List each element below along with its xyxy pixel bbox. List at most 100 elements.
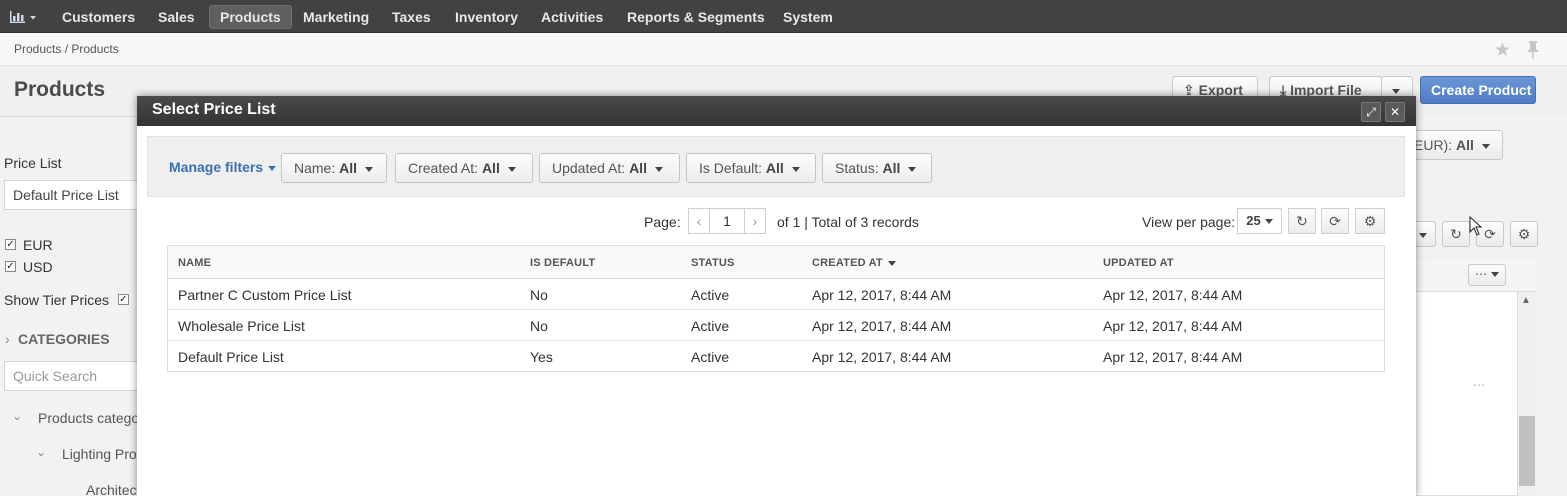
dashboard-chart-icon[interactable] [10,11,38,23]
gear-icon: ⚙ [1363,213,1377,229]
maximize-icon[interactable]: ⤢ [1361,102,1381,122]
tree-item-architectural[interactable]: Architect [86,482,140,496]
page-label: Page: [644,214,681,230]
column-header-is-default[interactable]: IS DEFAULT [530,257,595,269]
caret-down-icon [1264,219,1273,225]
nav-customers[interactable]: Customers [52,5,145,29]
refresh-icon: ⟳ [1329,213,1341,229]
nav-marketing[interactable]: Marketing [293,5,379,29]
usd-checkbox[interactable]: ✓ [5,261,16,272]
reset-button[interactable]: ↻ [1288,208,1316,234]
dialog-header: Select Price List ⤢ ✕ [137,96,1416,126]
price-list-label: Price List [4,155,62,171]
table-row[interactable]: Default Price List Yes Active Apr 12, 20… [168,341,1384,372]
cell-updated-at: Apr 12, 2017, 8:44 AM [1103,318,1243,334]
column-header-created-at[interactable]: CREATED AT [812,257,896,269]
cell-status: Active [691,287,730,303]
nav-inventory[interactable]: Inventory [445,5,528,29]
show-tier-prices-label: Show Tier Prices [4,292,110,308]
manage-filters-button[interactable]: Manage filters [169,159,277,175]
column-header-name[interactable]: NAME [178,257,211,269]
pin-icon[interactable] [1526,41,1540,59]
background-reset-button[interactable]: ↻ [1442,221,1470,247]
caret-down-icon [507,166,516,172]
filter-name-button[interactable]: Name: All [281,153,387,183]
nav-system[interactable]: System [773,5,843,29]
cell-is-default: Yes [530,349,553,365]
chevron-down-icon[interactable]: ⌄ [12,409,22,423]
sidebar-filter-panel: Price List Default Price List ✓ EUR ✓ US… [0,116,144,496]
filter-updated-at-button[interactable]: Updated At: All [539,153,680,183]
row-actions-ellipsis-icon[interactable]: ⋯ [1473,378,1485,392]
nav-products[interactable]: Products [209,5,292,29]
column-header-status[interactable]: STATUS [691,257,735,269]
chevron-down-icon[interactable]: ⌄ [36,445,46,459]
cell-is-default: No [530,287,548,303]
tree-item-lighting-products[interactable]: Lighting Proc [62,446,144,462]
caret-down-icon [791,166,800,172]
nav-reports-segments[interactable]: Reports & Segments [617,5,775,29]
caret-down-icon [908,166,917,172]
cell-is-default: No [530,318,548,334]
cell-created-at: Apr 12, 2017, 8:44 AM [812,349,952,365]
price-list-select[interactable]: Default Price List [4,180,144,210]
cell-updated-at: Apr 12, 2017, 8:44 AM [1103,287,1243,303]
categories-heading[interactable]: CATEGORIES [18,331,110,347]
create-product-button[interactable]: Create Product [1420,76,1536,104]
filter-is-default-button[interactable]: Is Default: All [686,153,816,183]
select-price-list-dialog: Select Price List ⤢ ✕ Manage filters Nam… [137,96,1416,496]
background-settings-button[interactable]: ⚙ [1510,221,1538,247]
nav-taxes[interactable]: Taxes [382,5,441,29]
cell-status: Active [691,349,730,365]
prev-page-button[interactable]: ‹ [688,208,710,234]
show-tier-prices-checkbox[interactable]: ✓ [118,294,129,305]
tree-item-products-categories[interactable]: Products categor [38,410,144,426]
nav-activities[interactable]: Activities [531,5,613,29]
view-per-page-label: View per page: [1142,214,1236,230]
next-page-button[interactable]: › [744,208,766,234]
filter-bar: Manage filters Name: All Created At: All… [147,136,1405,197]
breadcrumb-bar: Products / Products ★ [0,33,1567,66]
total-records-text: of 1 | Total of 3 records [777,214,919,230]
cell-status: Active [691,318,730,334]
page-number-input[interactable]: 1 [709,208,745,234]
cell-name: Partner C Custom Price List [178,287,352,303]
table-header: NAME IS DEFAULT STATUS CREATED AT UPDATE… [168,246,1384,279]
view-per-page-select[interactable]: 25 [1237,208,1282,234]
table-row[interactable]: Wholesale Price List No Active Apr 12, 2… [168,310,1384,341]
favorite-star-icon[interactable]: ★ [1494,39,1511,62]
page-title: Products [14,78,106,101]
caret-down-icon [1481,143,1490,149]
price-list-table: NAME IS DEFAULT STATUS CREATED AT UPDATE… [167,245,1385,372]
cell-name: Wholesale Price List [178,318,305,334]
main-navigation: Customers Sales Products Marketing Taxes… [0,0,1567,33]
chevron-right-icon[interactable]: › [5,331,10,347]
ellipsis-icon: ⋯ [1475,267,1487,281]
reset-icon: ↻ [1450,226,1462,242]
breadcrumb[interactable]: Products / Products [14,42,119,56]
cell-name: Default Price List [178,349,284,365]
nav-sales[interactable]: Sales [148,5,205,29]
scrollbar-thumb[interactable] [1519,416,1535,486]
dialog-title: Select Price List [152,101,276,118]
close-icon[interactable]: ✕ [1385,102,1405,122]
quick-search-input[interactable]: Quick Search [4,361,144,391]
refresh-button[interactable]: ⟳ [1321,208,1349,234]
grid-settings-button[interactable]: ⚙ [1355,208,1385,234]
eur-label: EUR [23,237,53,253]
usd-label: USD [23,259,53,275]
table-row[interactable]: Partner C Custom Price List No Active Ap… [168,279,1384,310]
scroll-up-icon[interactable]: ▲ [1521,295,1531,306]
grid-actions-button[interactable]: ⋯ [1468,264,1506,286]
refresh-icon: ⟳ [1484,226,1496,242]
cell-updated-at: Apr 12, 2017, 8:44 AM [1103,349,1243,365]
reset-icon: ↻ [1296,213,1308,229]
cell-created-at: Apr 12, 2017, 8:44 AM [812,287,952,303]
column-header-updated-at[interactable]: UPDATED AT [1103,257,1174,269]
cell-created-at: Apr 12, 2017, 8:44 AM [812,318,952,334]
filter-created-at-button[interactable]: Created At: All [395,153,533,183]
caret-down-icon [1392,88,1400,94]
eur-checkbox[interactable]: ✓ [5,239,16,250]
filter-status-button[interactable]: Status: All [822,153,932,183]
caret-down-icon [1491,272,1499,278]
